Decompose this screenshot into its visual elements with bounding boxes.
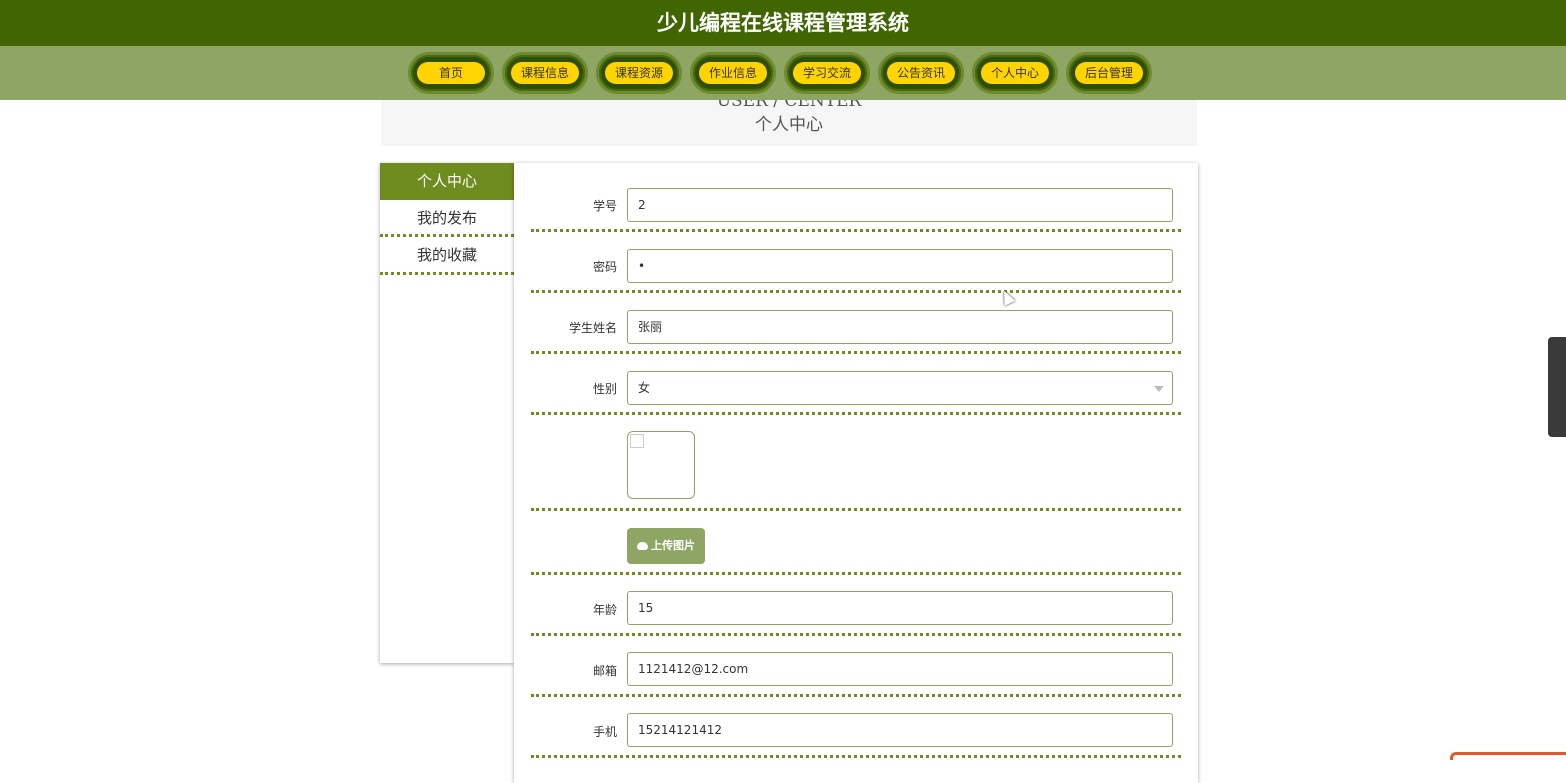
name-input[interactable]: 张丽 bbox=[627, 310, 1173, 344]
form-row-avatar bbox=[531, 415, 1181, 511]
gender-value: 女 bbox=[638, 381, 651, 395]
email-input[interactable]: 1121412@12.com bbox=[627, 652, 1173, 686]
field-label: 邮箱 bbox=[592, 664, 617, 678]
site-header: 少儿编程在线课程管理系统 bbox=[0, 0, 1566, 46]
nav-item-resources[interactable]: 课程资源 bbox=[596, 52, 682, 94]
gender-select[interactable]: 女 bbox=[627, 371, 1173, 405]
nav-items: 首页 课程信息 课程资源 作业信息 学习交流 公告资讯 个人中心 后台管理 bbox=[408, 52, 1152, 94]
field-label: 性别 bbox=[592, 382, 617, 396]
phone-input[interactable]: 15214121412 bbox=[627, 713, 1173, 747]
nav-item-courses[interactable]: 课程信息 bbox=[502, 52, 588, 94]
main-nav: 首页 课程信息 课程资源 作业信息 学习交流 公告资讯 个人中心 后台管理 bbox=[0, 46, 1566, 100]
profile-form: 学号 2 密码 • 学生姓名 张丽 性别 女 上传图片 年龄 15 邮箱 112… bbox=[514, 163, 1198, 783]
sidebar-item-favorites[interactable]: 我的收藏 bbox=[380, 237, 514, 275]
field-label: 学号 bbox=[592, 199, 617, 213]
form-row-age: 年龄 15 bbox=[531, 575, 1181, 636]
floating-side-tab[interactable] bbox=[1548, 337, 1566, 437]
breadcrumb-cn: 个人中心 bbox=[755, 115, 823, 135]
field-label: 学生姓名 bbox=[568, 321, 617, 335]
sidebar-item-profile[interactable]: 个人中心 bbox=[380, 163, 514, 200]
form-row-phone: 手机 15214121412 bbox=[531, 697, 1181, 758]
nav-item-forum[interactable]: 学习交流 bbox=[784, 52, 870, 94]
nav-item-news[interactable]: 公告资讯 bbox=[878, 52, 964, 94]
nav-label[interactable]: 首页 bbox=[417, 62, 485, 84]
nav-label[interactable]: 课程资源 bbox=[605, 62, 673, 84]
nav-label[interactable]: 公告资讯 bbox=[887, 62, 955, 84]
breadcrumb: USER / CENTER 个人中心 bbox=[381, 100, 1197, 146]
upload-label: 上传图片 bbox=[651, 539, 695, 552]
form-row-email: 邮箱 1121412@12.com bbox=[531, 636, 1181, 697]
breadcrumb-en: USER / CENTER bbox=[716, 100, 862, 111]
sidebar-item-my-posts[interactable]: 我的发布 bbox=[380, 200, 514, 237]
form-row-student-id: 学号 2 bbox=[531, 163, 1181, 232]
nav-item-homework[interactable]: 作业信息 bbox=[690, 52, 776, 94]
field-label: 手机 bbox=[592, 725, 617, 739]
profile-sidebar: 个人中心 我的发布 我的收藏 bbox=[380, 163, 514, 663]
site-title: 少儿编程在线课程管理系统 bbox=[657, 11, 909, 35]
broken-image-icon bbox=[630, 434, 644, 448]
nav-label[interactable]: 课程信息 bbox=[511, 62, 579, 84]
avatar-image bbox=[627, 431, 695, 499]
corner-widget[interactable] bbox=[1450, 752, 1566, 760]
form-row-password: 密码 • bbox=[531, 232, 1181, 293]
password-input[interactable]: • bbox=[627, 249, 1173, 283]
upload-image-button[interactable]: 上传图片 bbox=[627, 528, 705, 564]
field-label: 年龄 bbox=[592, 603, 617, 617]
nav-label[interactable]: 学习交流 bbox=[793, 62, 861, 84]
chevron-down-icon bbox=[1154, 386, 1164, 392]
nav-item-profile[interactable]: 个人中心 bbox=[972, 52, 1058, 94]
cloud-upload-icon bbox=[637, 542, 648, 550]
field-label: 密码 bbox=[592, 260, 617, 274]
nav-label[interactable]: 个人中心 bbox=[981, 62, 1049, 84]
nav-item-home[interactable]: 首页 bbox=[408, 52, 494, 94]
nav-item-admin[interactable]: 后台管理 bbox=[1066, 52, 1152, 94]
age-input[interactable]: 15 bbox=[627, 591, 1173, 625]
student-id-input[interactable]: 2 bbox=[627, 188, 1173, 222]
form-row-upload: 上传图片 bbox=[531, 511, 1181, 575]
form-row-name: 学生姓名 张丽 bbox=[531, 293, 1181, 354]
nav-label[interactable]: 后台管理 bbox=[1075, 62, 1143, 84]
nav-label[interactable]: 作业信息 bbox=[699, 62, 767, 84]
form-row-gender: 性别 女 bbox=[531, 354, 1181, 415]
